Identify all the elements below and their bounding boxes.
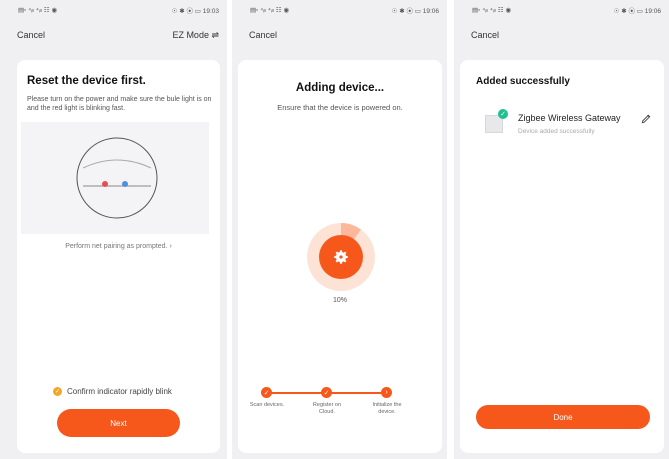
gateway-illustration-icon [76, 137, 158, 219]
check-icon: ✓ [321, 387, 332, 398]
step-label-register: Register on Cloud. [312, 402, 342, 415]
check-circle-icon: ✓ [53, 387, 62, 396]
top-bar: Cancel EZ Mode ⇌ [0, 20, 227, 50]
check-icon: ✓ [261, 387, 272, 398]
status-left-icons: ▤▫ ⁴ᵢₗₗ ⁴ᵢₗₗ ☷ ◉ [18, 7, 58, 14]
reset-card: Reset the device first. Please turn on t… [17, 60, 220, 453]
step-label-initialize: Initialize the device. [372, 402, 402, 415]
confirm-label: Confirm indicator rapidly blink [67, 387, 172, 396]
check-badge-icon: ✓ [498, 109, 508, 119]
status-bar: ▤▫ ⁴ᵢₗₗ ⁴ᵢₗₗ ☷ ◉ ☉ ✱ ⦿ ▭ 19:06 [454, 0, 669, 20]
page-title: Added successfully [476, 76, 570, 87]
instructions-text: Please turn on the power and make sure t… [27, 96, 212, 112]
page-title: Adding device... [295, 82, 385, 94]
cancel-button[interactable]: Cancel [249, 30, 277, 40]
screen-reset-device: ▤▫ ⁴ᵢₗₗ ⁴ᵢₗₗ ☷ ◉ ☉ ✱ ⦿ ▭ 19:03 Cancel EZ… [0, 0, 227, 459]
status-right-icons: ☉ ✱ ⦿ ▭ 19:06 [391, 8, 439, 15]
net-pairing-link[interactable]: Perform net pairing as prompted. › [17, 243, 220, 250]
top-bar: Cancel [232, 20, 447, 50]
status-right-icons: ☉ ✱ ⦿ ▭ 19:03 [171, 8, 219, 15]
status-bar: ▤▫ ⁴ᵢₗₗ ⁴ᵢₗₗ ☷ ◉ ☉ ✱ ⦿ ▭ 19:06 [232, 0, 447, 20]
status-right-icons: ☉ ✱ ⦿ ▭ 19:06 [613, 8, 661, 15]
screen-added-successfully: ▤▫ ⁴ᵢₗₗ ⁴ᵢₗₗ ☷ ◉ ☉ ✱ ⦿ ▭ 19:06 Cancel Ad… [454, 0, 669, 459]
confirm-checkbox[interactable]: ✓ Confirm indicator rapidly blink [53, 387, 172, 396]
cancel-button[interactable]: Cancel [471, 30, 499, 40]
step-indicator: ✓ ✓ › Scan devices. Register on Cloud. I… [250, 387, 428, 427]
device-illustration [21, 122, 209, 234]
arrow-right-icon: › [381, 387, 392, 398]
pencil-icon[interactable] [641, 113, 652, 124]
page-title: Reset the device first. [27, 75, 146, 87]
ez-mode-toggle[interactable]: EZ Mode ⇌ [172, 30, 219, 41]
success-card: Added successfully ✓ Zigbee Wireless Gat… [460, 60, 664, 453]
status-left-icons: ▤▫ ⁴ᵢₗₗ ⁴ᵢₗₗ ☷ ◉ [472, 7, 512, 14]
gear-icon [334, 250, 348, 264]
next-button[interactable]: Next [57, 409, 180, 437]
adding-card: Adding device... Ensure that the device … [238, 60, 442, 453]
device-status: Device added successfully [518, 128, 595, 135]
cancel-button[interactable]: Cancel [17, 30, 45, 40]
status-bar: ▤▫ ⁴ᵢₗₗ ⁴ᵢₗₗ ☷ ◉ ☉ ✱ ⦿ ▭ 19:03 [0, 0, 227, 20]
power-hint: Ensure that the device is powered on. [277, 103, 403, 112]
done-button[interactable]: Done [476, 405, 650, 429]
progress-percent: 10% [332, 297, 347, 304]
top-bar: Cancel [454, 20, 669, 50]
screen-adding-device: ▤▫ ⁴ᵢₗₗ ⁴ᵢₗₗ ☷ ◉ ☉ ✱ ⦿ ▭ 19:06 Cancel Ad… [232, 0, 447, 459]
status-left-icons: ▤▫ ⁴ᵢₗₗ ⁴ᵢₗₗ ☷ ◉ [250, 7, 290, 14]
device-name: Zigbee Wireless Gateway [518, 113, 621, 123]
step-label-scan: Scan devices. [249, 402, 285, 408]
